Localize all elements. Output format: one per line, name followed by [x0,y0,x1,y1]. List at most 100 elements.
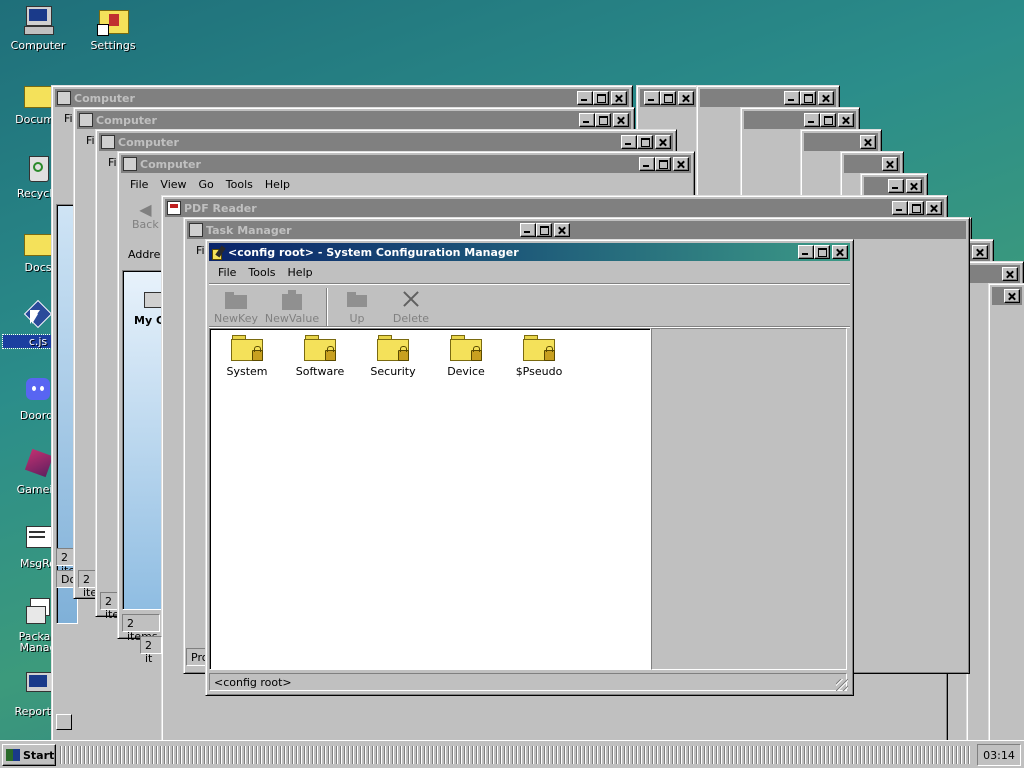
close-button[interactable] [926,201,942,215]
close-button[interactable] [906,179,922,193]
close-button[interactable] [818,91,834,105]
minimize-button[interactable] [784,91,800,105]
folder-up-icon [344,288,370,310]
close-button[interactable] [678,91,694,105]
start-button[interactable]: Start [2,744,56,766]
menu-view[interactable]: View [154,176,192,193]
desktop-icon-settings[interactable]: Settings [78,4,148,52]
status-bar: <config root> [209,673,847,691]
close-button[interactable] [1004,289,1020,303]
back-arrow-icon: ◀ [139,200,152,219]
minimize-button[interactable] [804,113,820,127]
taskbar: Start 03:14 [0,740,1024,768]
folder-icon [223,288,249,310]
close-button[interactable] [832,245,848,259]
background-window-stack-right-10[interactable] [988,283,1024,751]
desktop-icon-computer[interactable]: Computer [3,4,73,52]
config-manager-window[interactable]: <config root> - System Configuration Man… [205,239,854,696]
locked-folder-icon [523,333,555,361]
maximize-button[interactable] [655,157,671,171]
minimize-button[interactable] [644,91,660,105]
minimize-button[interactable] [798,245,814,259]
discord-icon [22,374,54,406]
folder-icon [22,226,54,258]
close-button[interactable] [554,223,570,237]
close-button[interactable] [655,135,671,149]
window-title: Task Manager [206,223,292,237]
close-button[interactable] [613,113,629,127]
menu-help[interactable]: Help [282,264,319,281]
maximize-button[interactable] [595,113,611,127]
minimize-button[interactable] [520,223,536,237]
close-button[interactable] [838,113,854,127]
key-list-pane[interactable]: System Software Security Device $Pseudo [209,328,651,670]
maximize-button[interactable] [637,135,653,149]
minimize-button[interactable] [579,113,595,127]
computer-icon [22,4,54,36]
status-bar: 2 items [122,614,160,643]
new-key-button[interactable]: NewKey [208,288,264,325]
close-button[interactable] [882,157,898,171]
close-button[interactable] [972,245,988,259]
computer-icon [189,223,203,237]
close-button[interactable] [673,157,689,171]
new-value-button[interactable]: NewValue [264,288,320,325]
delete-button[interactable]: Delete [383,288,439,325]
my-computer-item[interactable]: My C [134,292,164,327]
locked-folder-icon [450,333,482,361]
minimize-button[interactable] [577,91,593,105]
maximize-button[interactable] [908,201,924,215]
taskbar-window-buttons[interactable] [60,746,970,764]
close-button[interactable] [860,135,876,149]
scroll-left-button[interactable] [56,714,72,730]
pdf-icon [167,201,181,215]
computer-icon [101,135,115,149]
window-title: Computer [74,91,135,105]
menu-file[interactable]: File [212,264,242,281]
maximize-button[interactable] [814,245,830,259]
config-manager-titlebar[interactable]: <config root> - System Configuration Man… [209,243,850,261]
menu-go[interactable]: Go [193,176,220,193]
folder-item-pseudo[interactable]: $Pseudo [504,333,574,378]
menu-tools[interactable]: Tools [242,264,281,281]
folder-item-system[interactable]: System [212,333,282,378]
close-button[interactable] [611,91,627,105]
locked-folder-icon [304,333,336,361]
up-button[interactable]: Up [329,288,385,325]
window-title: Computer [140,157,201,171]
package-icon [22,596,54,628]
delete-x-icon [398,288,424,310]
mouse-cursor-icon [30,310,40,324]
minimize-button[interactable] [892,201,908,215]
folder-item-security[interactable]: Security [358,333,428,378]
maximize-button[interactable] [800,91,816,105]
back-button[interactable]: ◀ Back [132,200,159,232]
menu-tools[interactable]: Tools [220,176,259,193]
minimize-button[interactable] [639,157,655,171]
folder-icon [22,78,54,110]
folder-item-device[interactable]: Device [431,333,501,378]
menu-file[interactable]: File [124,176,154,193]
desktop-icon-label: Settings [90,39,136,52]
report-icon [22,670,54,702]
maximize-button[interactable] [820,113,836,127]
minimize-button[interactable] [888,179,904,193]
close-button[interactable] [1002,267,1018,281]
maximize-button[interactable] [660,91,676,105]
menu-help[interactable]: Help [259,176,296,193]
value-icon [279,288,305,310]
maximize-button[interactable] [593,91,609,105]
resize-grip[interactable] [836,679,848,691]
game-cube-icon [22,448,54,480]
menu-bar: File Tools Help [212,264,319,281]
menu-separator [209,283,850,285]
minimize-button[interactable] [621,135,637,149]
desktop-icon-label: Computer [10,39,66,52]
computer-icon [123,157,137,171]
computer-icon [79,113,93,127]
locked-folder-icon [377,333,409,361]
values-pane[interactable] [651,328,847,670]
maximize-button[interactable] [536,223,552,237]
start-logo-icon [6,749,20,761]
folder-item-software[interactable]: Software [285,333,355,378]
